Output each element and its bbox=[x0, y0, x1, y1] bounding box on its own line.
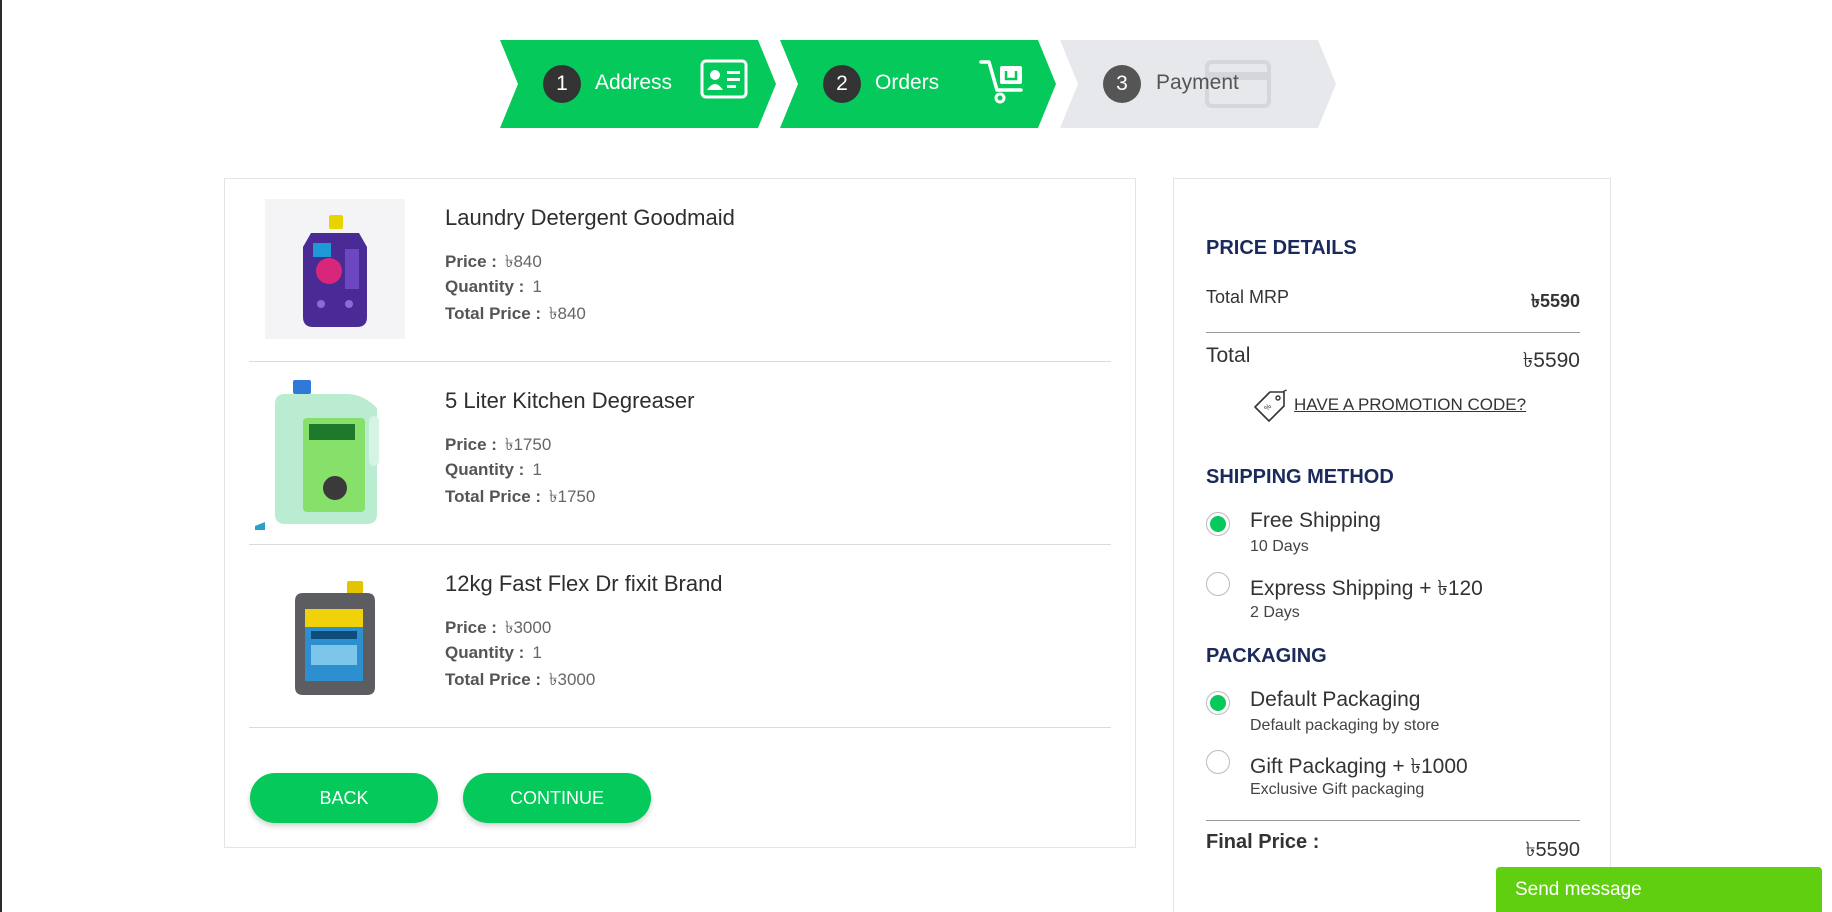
total-mrp-row: Total MRP ৳5590 bbox=[1206, 287, 1580, 311]
step-label: Address bbox=[595, 71, 673, 94]
packaging-option-description: Default packaging by store bbox=[1250, 717, 1440, 734]
step-orders[interactable]: 2 Orders bbox=[780, 40, 1056, 128]
shipping-option-name: Express Shipping + ৳120 bbox=[1250, 577, 1483, 600]
order-item: 12kg Fast Flex Dr fixit Brand Price : ৳30… bbox=[249, 545, 1111, 728]
step-payment[interactable]: 3 Payment bbox=[1060, 40, 1336, 128]
quantity-row: Quantity : 1 bbox=[445, 277, 542, 297]
final-price-value: ৳5590 bbox=[1525, 839, 1580, 861]
shipping-option-name: Free Shipping bbox=[1250, 509, 1381, 532]
shipping-method-heading: SHIPPING METHOD bbox=[1206, 466, 1394, 488]
order-item: Laundry Detergent Goodmaid Price : ৳840 Q… bbox=[249, 179, 1111, 362]
svg-text:%: % bbox=[1263, 402, 1274, 413]
packaging-option-description: Exclusive Gift packaging bbox=[1250, 781, 1425, 798]
default-packaging-radio[interactable] bbox=[1206, 691, 1230, 715]
total-price-label: Total Price : bbox=[445, 304, 542, 323]
checkout-stepper: 1 Address 2 Orders 3 Payment bbox=[500, 40, 1340, 128]
divider bbox=[1206, 820, 1580, 821]
product-title: 5 Liter Kitchen Degreaser bbox=[445, 388, 695, 413]
total-price-row: Total Price : ৳840 bbox=[445, 301, 586, 329]
total-label: Total bbox=[1206, 344, 1251, 367]
price-row: Price : ৳1750 bbox=[445, 432, 551, 460]
continue-button[interactable]: CONTINUE bbox=[463, 773, 651, 823]
cart-icon bbox=[979, 60, 1023, 104]
free-shipping-radio[interactable] bbox=[1206, 512, 1230, 536]
product-image-degreaser bbox=[255, 376, 409, 530]
step-label: Payment bbox=[1156, 71, 1239, 94]
total-row: Total ৳5590 bbox=[1206, 344, 1580, 372]
total-price-value: ৳840 bbox=[549, 304, 586, 323]
step-number: 1 bbox=[543, 65, 581, 103]
quantity-value: 1 bbox=[532, 643, 542, 662]
quantity-label: Quantity : bbox=[445, 643, 525, 662]
total-price-label: Total Price : bbox=[445, 670, 542, 689]
total-price-row: Total Price : ৳3000 bbox=[445, 667, 595, 695]
order-items-card: Laundry Detergent Goodmaid Price : ৳840 Q… bbox=[224, 178, 1136, 848]
divider bbox=[1206, 332, 1580, 333]
product-image-fixit bbox=[265, 565, 405, 705]
promotion-code-link[interactable]: % HAVE A PROMOTION CODE? bbox=[1252, 389, 1526, 423]
packaging-option-name: Default Packaging bbox=[1250, 688, 1421, 711]
quantity-label: Quantity : bbox=[445, 277, 525, 296]
product-title: Laundry Detergent Goodmaid bbox=[445, 205, 735, 230]
shipping-option-duration: 10 Days bbox=[1250, 538, 1309, 555]
gift-packaging-radio[interactable] bbox=[1206, 750, 1230, 774]
step-address[interactable]: 1 Address bbox=[500, 40, 776, 128]
quantity-row: Quantity : 1 bbox=[445, 643, 542, 663]
total-price-value: ৳1750 bbox=[549, 487, 596, 506]
total-price-value: ৳3000 bbox=[549, 670, 596, 689]
packaging-heading: PACKAGING bbox=[1206, 645, 1327, 667]
quantity-label: Quantity : bbox=[445, 460, 525, 479]
price-details-panel: PRICE DETAILS Total MRP ৳5590 Total ৳559… bbox=[1173, 178, 1611, 912]
address-card-icon bbox=[700, 59, 748, 99]
total-price-label: Total Price : bbox=[445, 487, 542, 506]
total-mrp-value: ৳5590 bbox=[1530, 291, 1580, 311]
order-item: 5 Liter Kitchen Degreaser Price : ৳1750 Q… bbox=[249, 362, 1111, 545]
promotion-code-label: HAVE A PROMOTION CODE? bbox=[1294, 395, 1527, 414]
tag-icon: % bbox=[1254, 389, 1287, 422]
step-label: Orders bbox=[875, 71, 940, 94]
quantity-row: Quantity : 1 bbox=[445, 460, 542, 480]
price-label: Price : bbox=[445, 618, 497, 637]
packaging-option-name: Gift Packaging + ৳1000 bbox=[1250, 755, 1468, 778]
total-value: ৳5590 bbox=[1522, 349, 1580, 372]
price-value: ৳3000 bbox=[504, 618, 552, 637]
step-number: 3 bbox=[1103, 65, 1141, 103]
product-title: 12kg Fast Flex Dr fixit Brand bbox=[445, 571, 723, 596]
price-value: ৳1750 bbox=[504, 435, 552, 454]
total-mrp-label: Total MRP bbox=[1206, 287, 1290, 307]
back-button[interactable]: BACK bbox=[250, 773, 438, 823]
quantity-value: 1 bbox=[532, 460, 542, 479]
express-shipping-radio[interactable] bbox=[1206, 572, 1230, 596]
item-divider bbox=[249, 727, 1111, 728]
window-edge bbox=[0, 0, 2, 912]
total-price-row: Total Price : ৳1750 bbox=[445, 484, 595, 512]
price-label: Price : bbox=[445, 435, 497, 454]
product-image-detergent bbox=[265, 199, 405, 339]
price-value: ৳840 bbox=[504, 252, 542, 271]
final-price-row: Final Price : ৳5590 bbox=[1206, 831, 1580, 861]
price-row: Price : ৳840 bbox=[445, 249, 542, 277]
quantity-value: 1 bbox=[532, 277, 542, 296]
shipping-option-duration: 2 Days bbox=[1250, 604, 1300, 621]
step-number: 2 bbox=[823, 65, 861, 103]
price-row: Price : ৳3000 bbox=[445, 615, 551, 643]
send-message-chat-button[interactable]: Send message bbox=[1496, 867, 1822, 912]
final-price-label: Final Price : bbox=[1206, 831, 1320, 853]
price-details-heading: PRICE DETAILS bbox=[1206, 237, 1357, 259]
price-label: Price : bbox=[445, 252, 497, 271]
